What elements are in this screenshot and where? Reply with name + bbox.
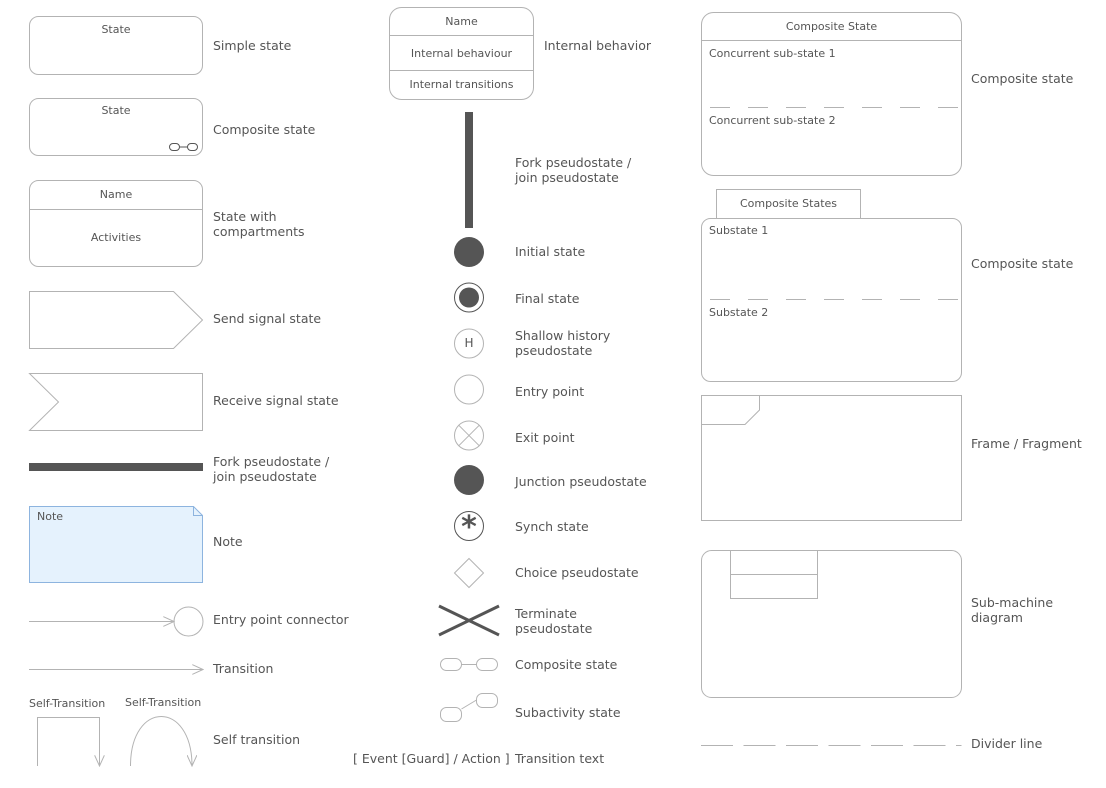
frame-shape[interactable]: [701, 395, 962, 521]
label-frame: Frame / Fragment: [971, 436, 1082, 451]
label-transition-text: Transition text: [515, 751, 605, 766]
label-junction: Junction pseudostate: [515, 474, 647, 489]
send-signal-shape[interactable]: [29, 291, 204, 349]
junction-icon[interactable]: [454, 465, 484, 495]
label-synch-state: Synch state: [515, 519, 589, 534]
terminate-icon[interactable]: [438, 604, 500, 637]
fork-bar-horizontal[interactable]: [29, 463, 203, 471]
label-choice: Choice pseudostate: [515, 565, 639, 580]
concurrent-sub-1: Concurrent sub-state 1: [709, 47, 836, 60]
label-shallow-history: Shallow history pseudostate: [515, 328, 611, 358]
receive-signal-shape[interactable]: [28, 373, 203, 431]
submachine-shape[interactable]: [701, 550, 962, 698]
internal-name: Name: [445, 15, 478, 28]
label-final-state: Final state: [515, 291, 580, 306]
label-entry-point: Entry point: [515, 384, 585, 399]
label-terminate: Terminate pseudostate: [515, 606, 593, 636]
label-self-transition: Self transition: [213, 732, 301, 747]
self-transition-caption-2: Self-Transition: [125, 696, 202, 709]
composite-concurrent-shape[interactable]: [701, 12, 962, 176]
self-transition-arc[interactable]: [130, 716, 193, 767]
self-transition-caption-1: Self-Transition: [29, 697, 106, 710]
label-exit-point: Exit point: [515, 430, 575, 445]
label-receive-signal: Receive signal state: [213, 393, 339, 408]
label-fork-vertical: Fork pseudostate / join pseudostate: [515, 155, 632, 185]
label-initial-state: Initial state: [515, 244, 586, 259]
compartment-name: Name: [99, 188, 133, 201]
label-internal-behavior: Internal behavior: [544, 38, 652, 53]
label-composite-concurrent: Composite state: [971, 71, 1074, 86]
composite-state-name: State: [101, 104, 131, 117]
frame-heading-tab: [701, 395, 760, 425]
label-transition: Transition: [213, 661, 274, 676]
label-send-signal: Send signal state: [213, 311, 322, 326]
substate-2: Substate 2: [709, 306, 769, 319]
concurrent-sub-2: Concurrent sub-state 2: [709, 114, 836, 127]
label-composite-tab: Composite state: [971, 256, 1074, 271]
label-submachine: Sub-machine diagram: [971, 595, 1054, 625]
entry-connector-circle[interactable]: [173, 606, 204, 637]
label-fork-horizontal: Fork pseudostate / join pseudostate: [213, 454, 330, 484]
label-subactivity: Subactivity state: [515, 705, 621, 720]
compartment-body: Activities: [90, 231, 142, 244]
label-entry-connector: Entry point connector: [213, 612, 349, 627]
internal-row-transitions: Internal transitions: [409, 78, 514, 91]
choice-icon[interactable]: [453, 557, 485, 589]
final-state-core: [459, 287, 479, 308]
label-composite-state: Composite state: [213, 122, 316, 137]
substate-1: Substate 1: [709, 224, 769, 237]
simple-state-name: State: [101, 23, 131, 36]
synch-star-glyph: *: [461, 510, 477, 545]
label-simple-state: Simple state: [213, 38, 292, 53]
entry-point-icon[interactable]: [454, 374, 484, 405]
self-transition-square[interactable]: [37, 717, 100, 767]
fork-bar-vertical[interactable]: [465, 112, 473, 228]
transition-text-sample: [ Event [Guard] / Action ]: [353, 751, 510, 766]
note-text: Note: [37, 510, 64, 523]
history-h-glyph: H: [464, 336, 474, 350]
initial-state-icon[interactable]: [454, 237, 484, 267]
label-divider: Divider line: [971, 736, 1043, 751]
internal-row-behaviour: Internal behaviour: [410, 47, 513, 60]
composite-link-icon: [169, 143, 198, 151]
label-composite-icon: Composite state: [515, 657, 618, 672]
label-state-compartments: State with compartments: [213, 209, 305, 239]
label-note: Note: [213, 534, 243, 549]
composite-tab-title: Composite States: [739, 197, 838, 210]
composite-state-icon[interactable]: [440, 658, 498, 671]
subactivity-state-icon[interactable]: [440, 693, 498, 722]
composite-title: Composite State: [785, 20, 878, 33]
